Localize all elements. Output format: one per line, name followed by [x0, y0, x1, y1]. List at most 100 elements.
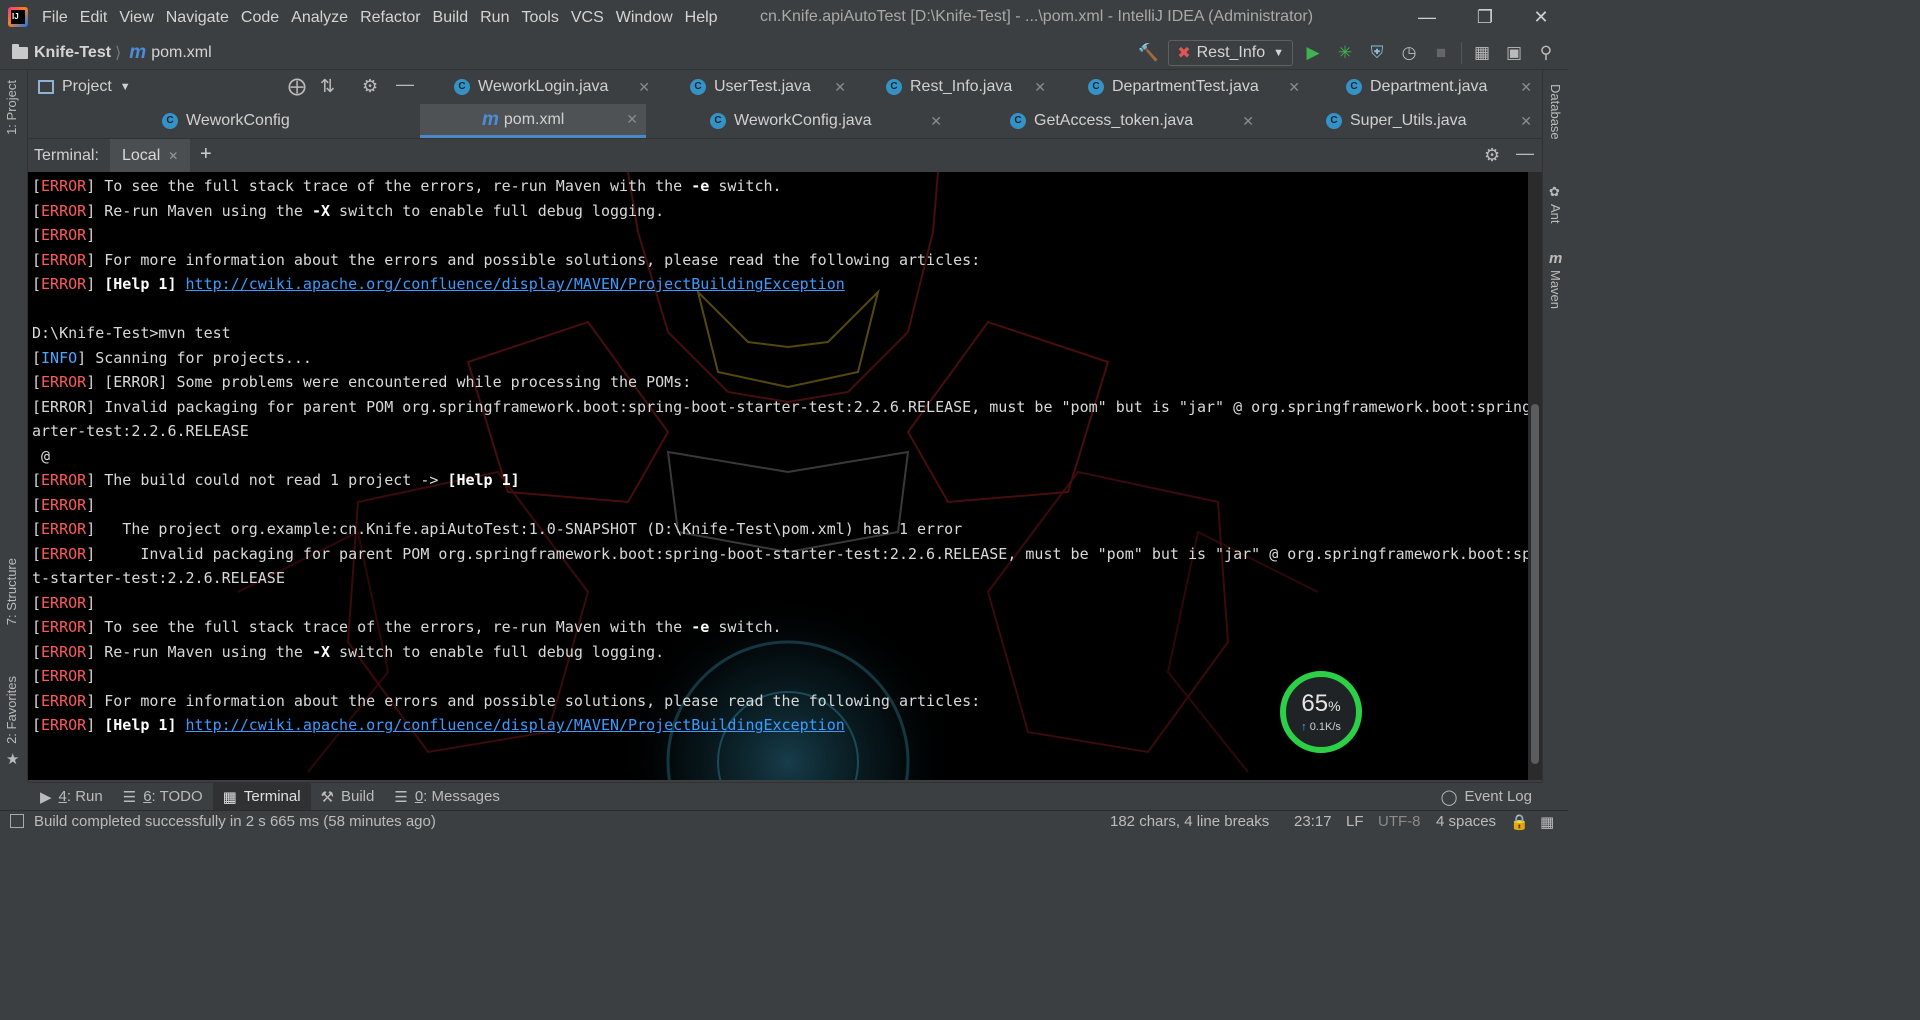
restore-button[interactable]: ❐ [1456, 0, 1514, 36]
search-everywhere-icon[interactable]: ⚲ [1534, 41, 1558, 65]
minimize-button[interactable]: — [1398, 0, 1456, 36]
left-tool-stripe: 1: Project 7: Structure 2: Favorites ★ [0, 70, 28, 782]
terminal-scrollbar[interactable] [1528, 172, 1542, 780]
close-tab-icon[interactable]: ✕ [626, 111, 638, 128]
collapse-all-icon[interactable]: ⇅ [320, 76, 335, 97]
editor-tab[interactable]: C WeworkLogin.java ✕ [454, 70, 650, 104]
editor-tab-label: GetAccess_token.java [1034, 112, 1194, 129]
close-tab-icon[interactable]: ✕ [1520, 113, 1532, 130]
terminal-line: [ERROR] Re-run Maven using the -X switch… [32, 199, 1526, 224]
toggle-tool-windows-icon[interactable] [10, 814, 24, 828]
debug-icon[interactable]: ✳ [1333, 41, 1357, 65]
editor-tab[interactable]: C Rest_Info.java ✕ [886, 70, 1046, 104]
menu-refactor[interactable]: Refactor [354, 0, 426, 36]
favorites-tool-tab[interactable]: 2: Favorites [4, 676, 19, 744]
editor-tab[interactable]: C DepartmentTest.java ✕ [1088, 70, 1300, 104]
editor-tab[interactable]: C GetAccess_token.java ✕ [1010, 104, 1254, 138]
build-hammer-icon[interactable]: 🔨 [1136, 41, 1160, 65]
close-tab-icon[interactable]: ✕ [1288, 79, 1300, 96]
ant-tool-tab[interactable]: Ant [1548, 204, 1563, 224]
messages-tool-button[interactable]: ☰ 0: Messages [384, 783, 510, 811]
menu-navigate[interactable]: Navigate [160, 0, 235, 36]
menu-run[interactable]: Run [474, 0, 515, 36]
editor-tab-label: Super_Utils.java [1350, 112, 1467, 129]
project-view-selector[interactable]: Project ▼ [38, 70, 131, 104]
status-message[interactable]: Build completed successfully in 2 s 665 … [34, 813, 436, 830]
breadcrumb-project[interactable]: Knife-Test [34, 44, 111, 62]
close-tab-icon[interactable]: ✕ [1520, 79, 1532, 96]
run-icon[interactable]: ▶ [1301, 41, 1325, 65]
terminal-tool-button[interactable]: ▦ Terminal [212, 782, 311, 811]
terminal-line: [ERROR] To see the full stack trace of t… [32, 615, 1526, 640]
status-line-separator[interactable]: LF [1346, 813, 1364, 830]
menu-window[interactable]: Window [610, 0, 679, 36]
close-session-icon[interactable]: ✕ [168, 149, 178, 163]
status-indent[interactable]: 4 spaces [1436, 813, 1496, 830]
status-encoding[interactable]: UTF-8 [1378, 813, 1421, 830]
hide-panel-icon[interactable]: — [1516, 143, 1534, 164]
terminal-text: [ [32, 471, 42, 489]
maven-tool-tab[interactable]: Maven [1548, 270, 1563, 309]
project-panel-header: Project ▼ ⨁ ⇅ ⚙ — [28, 70, 420, 104]
run-config-selector[interactable]: ✖ Rest_Info ▼ [1168, 40, 1293, 66]
widget-percent-sign: % [1328, 697, 1341, 714]
terminal-line: [ERROR] To see the full stack trace of t… [32, 174, 1526, 199]
stop-icon[interactable]: ■ [1429, 41, 1453, 65]
help-link[interactable]: http://cwiki.apache.org/confluence/displ… [186, 716, 845, 734]
menu-vcs[interactable]: VCS [565, 0, 610, 36]
breadcrumb-file[interactable]: pom.xml [151, 44, 211, 62]
project-tool-tab[interactable]: 1: Project [4, 80, 19, 135]
close-tab-icon[interactable]: ✕ [930, 113, 942, 130]
terminal-text: [ [32, 373, 42, 391]
run-tool-button[interactable]: ▶ 4: Run [30, 783, 113, 811]
lock-icon[interactable]: 🔒 [1510, 813, 1529, 831]
project-structure-icon[interactable]: ▦ [1470, 41, 1494, 65]
structure-tool-tab[interactable]: 7: Structure [4, 558, 19, 625]
close-tab-icon[interactable]: ✕ [1034, 79, 1046, 96]
tool-mnemonic: 0 [414, 788, 424, 805]
profile-icon[interactable]: ◷ [1397, 41, 1421, 65]
build-tool-button[interactable]: ⚒ Build [311, 783, 385, 811]
editor-tab[interactable]: C UserTest.java ✕ [690, 70, 846, 104]
editor-tab-active[interactable]: m pom.xml ✕ [420, 104, 646, 138]
editor-tab[interactable]: C Department.java ✕ [1346, 70, 1532, 104]
menu-tools[interactable]: Tools [515, 0, 564, 36]
terminal-text: [ [32, 544, 42, 563]
terminal-text: ERROR [41, 716, 87, 734]
new-session-plus-icon[interactable]: + [200, 143, 212, 166]
memory-indicator-icon[interactable]: ▦ [1540, 813, 1554, 831]
database-tool-tab[interactable]: Database [1548, 84, 1563, 140]
status-caret-position[interactable]: 23:17 [1294, 813, 1332, 830]
editor-tab[interactable]: C WeworkConfig.java ✕ [710, 104, 942, 138]
terminal-session-tab[interactable]: Local ✕ [110, 139, 191, 173]
terminal-text: [ [32, 667, 42, 685]
menu-edit[interactable]: Edit [74, 0, 114, 36]
menu-analyze[interactable]: Analyze [285, 0, 354, 36]
close-window-button[interactable]: ✕ [1512, 0, 1570, 36]
help-link[interactable]: http://cwiki.apache.org/confluence/displ… [186, 275, 845, 293]
menu-code[interactable]: Code [235, 0, 285, 36]
coverage-icon[interactable]: ⛨ [1365, 41, 1389, 65]
network-speed-widget[interactable]: 65% ↑ 0.1K/s [1280, 671, 1362, 753]
todo-tool-button[interactable]: ☰ 6: TODO [113, 783, 213, 811]
locate-icon[interactable]: ⨁ [288, 76, 306, 97]
close-tab-icon[interactable]: ✕ [638, 79, 650, 96]
menu-view[interactable]: View [113, 0, 159, 36]
editor-tab[interactable]: C Super_Utils.java ✕ [1326, 104, 1532, 138]
menu-file[interactable]: File [36, 0, 74, 36]
gear-icon[interactable]: ⚙ [362, 76, 378, 97]
event-log-button[interactable]: ◯ Event Log [1431, 783, 1542, 811]
terminal-text: ] For more information about the errors … [86, 250, 981, 269]
scrollbar-thumb[interactable] [1531, 404, 1539, 764]
editor-tabs-row2-left: C WeworkConfig [28, 104, 420, 138]
menu-help[interactable]: Help [679, 0, 724, 36]
hide-panel-icon[interactable]: — [396, 74, 414, 95]
gear-icon[interactable]: ⚙ [1484, 145, 1500, 166]
run-anything-icon[interactable]: ▣ [1502, 41, 1526, 65]
terminal-text: [ [32, 226, 42, 244]
menu-build[interactable]: Build [427, 0, 475, 36]
close-tab-icon[interactable]: ✕ [834, 79, 846, 96]
close-tab-icon[interactable]: ✕ [1242, 113, 1254, 130]
editor-tab[interactable]: C WeworkConfig [162, 104, 402, 138]
